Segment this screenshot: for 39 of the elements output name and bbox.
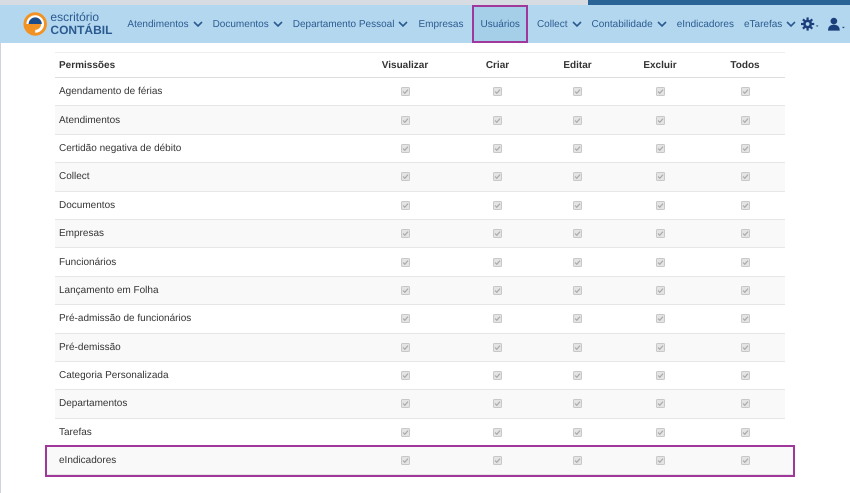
nav-link[interactable]: Atendimentos <box>122 5 208 43</box>
chevron-down-icon <box>656 20 667 28</box>
column-header: Visualizar <box>382 58 428 72</box>
nav-link[interactable]: eTarefas <box>738 5 802 43</box>
permission-label: Agendamento de férias <box>58 85 164 100</box>
nav-link[interactable]: Contabilidade <box>586 5 672 43</box>
permission-label: Lançamento em Folha <box>58 284 160 298</box>
permission-label: eIndicadores <box>58 454 118 468</box>
permission-label: Departamentos <box>58 397 128 412</box>
nav-link[interactable]: eIndicadores <box>672 5 739 43</box>
permission-label: Categoria Personalizada <box>58 369 170 384</box>
chevron-down-icon <box>272 20 283 28</box>
permission-label: Pré-admissão de funcionários <box>58 312 192 326</box>
permission-label: Atendimentos <box>58 114 122 128</box>
chevron-down-icon <box>572 20 582 28</box>
nav-link[interactable]: Documentos <box>208 5 288 43</box>
user-icon[interactable] <box>828 15 846 33</box>
permission-label: Certidão negativa de débito <box>58 142 182 156</box>
settings-icon[interactable] <box>801 15 820 33</box>
chevron-down-icon <box>192 20 203 28</box>
nav-link[interactable]: Departamento Pessoal <box>288 5 414 43</box>
nav-link[interactable]: Empresas <box>413 5 468 43</box>
column-header: Excluir <box>643 58 677 72</box>
chevron-down-icon <box>398 20 408 28</box>
column-header: Editar <box>563 58 592 72</box>
logo-text: CONTÁBIL <box>50 24 112 37</box>
logo-text: escritório <box>50 11 100 24</box>
permission-label: Collect <box>58 170 91 184</box>
chevron-down-icon <box>786 20 796 28</box>
permission-label: Pré-demissão <box>58 340 122 355</box>
nav-link[interactable]: Usuários <box>472 5 528 43</box>
column-header: Todos <box>730 58 760 72</box>
column-header: Criar <box>486 58 510 72</box>
permission-label: Empresas <box>58 227 106 242</box>
nav-link[interactable]: Collect <box>532 5 587 43</box>
column-header: Permissões <box>58 58 116 72</box>
permission-label: Documentos <box>58 198 116 213</box>
permission-label: Funcionários <box>58 256 118 270</box>
permission-label: Tarefas <box>58 426 93 440</box>
